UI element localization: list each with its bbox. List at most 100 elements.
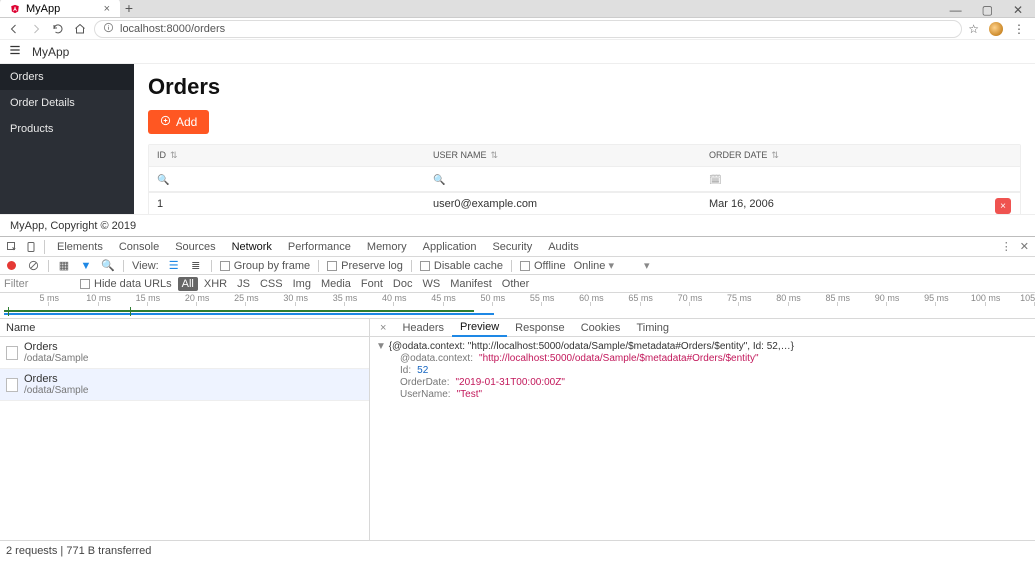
new-tab-button[interactable]: +	[120, 0, 138, 17]
view-large-icon[interactable]: ☰	[167, 259, 181, 273]
record-button[interactable]	[4, 259, 18, 273]
sidebar-item-order-details[interactable]: Order Details	[0, 90, 134, 116]
timeline-tick: 25 ms	[197, 293, 246, 301]
timeline-tick: 95 ms	[887, 293, 936, 301]
filmstrip-icon[interactable]: ▦	[57, 259, 71, 273]
filter-type-js[interactable]: JS	[233, 277, 254, 291]
sidebar-item-products[interactable]: Products	[0, 116, 134, 142]
cell-date: Mar 16, 2006	[701, 193, 986, 214]
devtools-panel-application[interactable]: Application	[415, 237, 485, 257]
filter-input[interactable]: Filter	[4, 278, 74, 290]
window-close-button[interactable]: ✕	[1009, 3, 1027, 17]
delete-row-button[interactable]: ×	[995, 198, 1011, 214]
devtools-panel-elements[interactable]: Elements	[49, 237, 111, 257]
disable-cache-checkbox[interactable]: Disable cache	[420, 260, 503, 272]
devtools-panel-audits[interactable]: Audits	[540, 237, 587, 257]
filter-type-css[interactable]: CSS	[256, 277, 287, 291]
timeline-tick: 80 ms	[739, 293, 788, 301]
add-button[interactable]: Add	[148, 110, 209, 134]
timeline-tick: 100 ms	[936, 293, 985, 301]
angular-icon	[10, 4, 20, 14]
filter-id[interactable]: 🔍	[149, 167, 425, 191]
detail-tab-response[interactable]: Response	[507, 319, 573, 337]
filter-type-font[interactable]: Font	[357, 277, 387, 291]
star-icon[interactable]: ☆	[968, 22, 979, 36]
filter-user[interactable]: 🔍	[425, 167, 701, 191]
offline-checkbox[interactable]: Offline	[520, 260, 566, 272]
hide-data-urls-checkbox[interactable]: Hide data URLs	[80, 278, 172, 290]
kebab-menu-icon[interactable]: ⋮	[1013, 22, 1025, 36]
filter-type-ws[interactable]: WS	[418, 277, 444, 291]
plus-circle-icon	[160, 115, 171, 129]
detail-tab-headers[interactable]: Headers	[394, 319, 452, 337]
window-minimize-button[interactable]: —	[946, 3, 966, 17]
column-header-id[interactable]: ID⇅	[149, 145, 425, 166]
timeline-tick: 20 ms	[148, 293, 197, 301]
network-toolbar: ▦ ▼ 🔍 View: ☰ ≣ Group by frame Preserve …	[0, 257, 1035, 275]
detail-tab-preview[interactable]: Preview	[452, 319, 507, 337]
clear-button[interactable]	[26, 259, 40, 273]
request-list: Name Orders/odata/SampleOrders/odata/Sam…	[0, 319, 370, 540]
home-icon[interactable]	[72, 21, 88, 37]
sidebar-item-orders[interactable]: Orders	[0, 64, 134, 90]
address-bar[interactable]: localhost:8000/orders	[94, 20, 962, 38]
preserve-log-checkbox[interactable]: Preserve log	[327, 260, 403, 272]
view-waterfall-icon[interactable]: ≣	[189, 259, 203, 273]
timeline-tick: 5 ms	[0, 293, 49, 301]
content: Orders Add ID⇅ USER NAME⇅ ORDER DATE⇅ 🔍 …	[134, 64, 1035, 214]
filter-type-media[interactable]: Media	[317, 277, 355, 291]
devtools-panel-console[interactable]: Console	[111, 237, 167, 257]
detail-close-icon[interactable]: ×	[374, 322, 392, 334]
filter-type-doc[interactable]: Doc	[389, 277, 417, 291]
column-header-user[interactable]: USER NAME⇅	[425, 145, 701, 166]
detail-tab-cookies[interactable]: Cookies	[573, 319, 629, 337]
filter-type-all[interactable]: All	[178, 277, 198, 291]
orders-grid: ID⇅ USER NAME⇅ ORDER DATE⇅ 🔍 🔍 🗓 1user0@…	[148, 144, 1021, 214]
timeline-tick: 65 ms	[591, 293, 640, 301]
hamburger-icon[interactable]	[8, 43, 22, 60]
reload-icon[interactable]	[50, 21, 66, 37]
device-toggle-icon[interactable]	[24, 239, 40, 255]
search-icon: 🔍	[433, 175, 445, 186]
devtools-close-icon[interactable]: ✕	[1020, 240, 1029, 253]
search-icon[interactable]: 🔍	[101, 259, 115, 273]
devtools-settings-icon[interactable]: ⋮	[1001, 240, 1012, 253]
tab-close-icon[interactable]: ×	[104, 3, 110, 15]
filter-toggle-icon[interactable]: ▼	[79, 259, 93, 273]
filter-type-img[interactable]: Img	[289, 277, 315, 291]
devtools-panel-performance[interactable]: Performance	[280, 237, 359, 257]
devtools-panel-sources[interactable]: Sources	[167, 237, 223, 257]
devtools-panel-tabs: ElementsConsoleSourcesNetworkPerformance…	[0, 237, 1035, 257]
column-header-date[interactable]: ORDER DATE⇅	[701, 145, 986, 166]
detail-tab-timing[interactable]: Timing	[628, 319, 677, 337]
request-row[interactable]: Orders/odata/Sample	[0, 337, 369, 369]
timeline-tick: 70 ms	[641, 293, 690, 301]
throttle-select[interactable]: Online ▾	[574, 259, 614, 272]
calendar-icon: 🗓	[709, 175, 722, 186]
table-row[interactable]: 1user0@example.comMar 16, 2006×	[149, 192, 1020, 214]
window-maximize-button[interactable]: ▢	[978, 3, 997, 17]
network-timeline[interactable]: 5 ms10 ms15 ms20 ms25 ms30 ms35 ms40 ms4…	[0, 293, 1035, 319]
request-list-header[interactable]: Name	[0, 319, 369, 337]
timeline-tick: 90 ms	[838, 293, 887, 301]
sort-icon: ⇅	[170, 150, 178, 160]
preview-body[interactable]: ▼ {@odata.context: "http://localhost:500…	[370, 337, 1035, 540]
browser-tab[interactable]: MyApp ×	[0, 0, 120, 17]
url-text: localhost:8000/orders	[120, 23, 225, 35]
filter-date[interactable]: 🗓	[701, 167, 986, 191]
group-by-frame-checkbox[interactable]: Group by frame	[220, 260, 310, 272]
back-icon[interactable]	[6, 21, 22, 37]
filter-type-other[interactable]: Other	[498, 277, 534, 291]
devtools-panel-security[interactable]: Security	[484, 237, 540, 257]
sort-icon: ⇅	[491, 150, 499, 160]
forward-icon[interactable]	[28, 21, 44, 37]
filter-type-manifest[interactable]: Manifest	[446, 277, 496, 291]
devtools-panel-memory[interactable]: Memory	[359, 237, 415, 257]
filter-type-xhr[interactable]: XHR	[200, 277, 231, 291]
overflow-icon[interactable]: ▾	[644, 259, 650, 272]
footer-text: MyApp, Copyright © 2019	[10, 220, 136, 232]
devtools-panel-network[interactable]: Network	[224, 237, 280, 257]
request-row[interactable]: Orders/odata/Sample	[0, 369, 369, 401]
inspect-element-icon[interactable]	[4, 239, 20, 255]
profile-avatar[interactable]	[989, 22, 1003, 36]
